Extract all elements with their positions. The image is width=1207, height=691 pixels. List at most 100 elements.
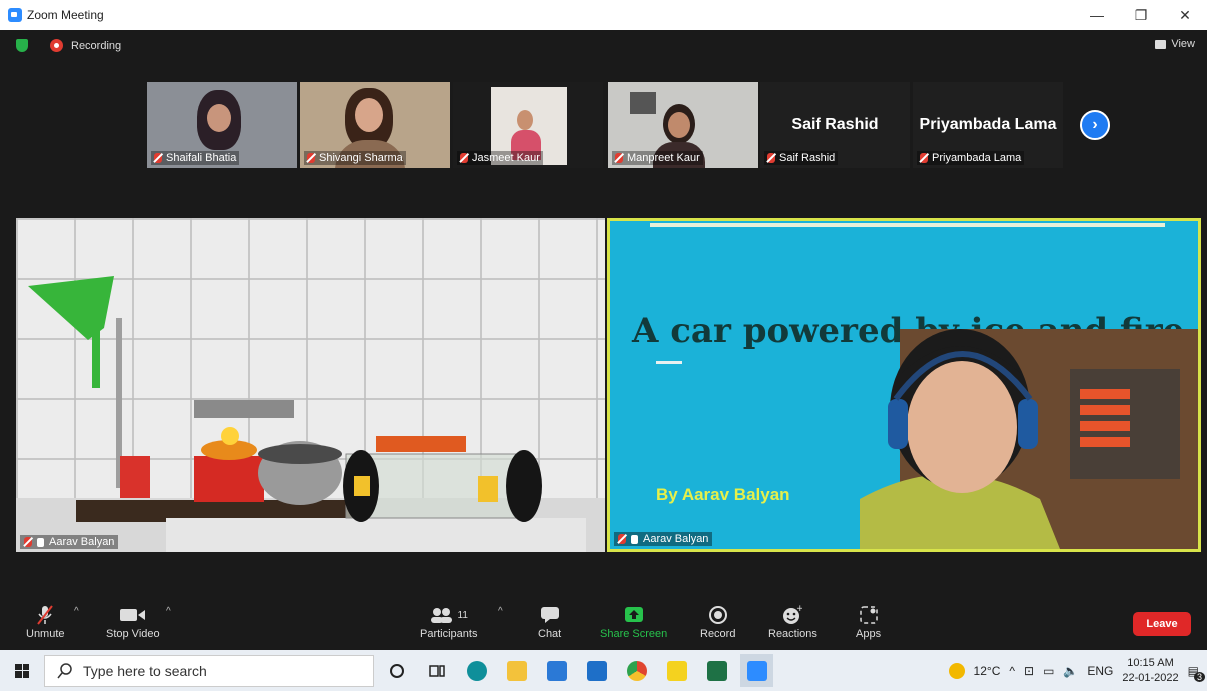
participants-caret-icon[interactable]: ^ xyxy=(498,606,503,617)
participants-count: 11 xyxy=(457,609,468,621)
mail-icon[interactable] xyxy=(580,654,613,687)
share-screen-label: Share Screen xyxy=(600,628,668,640)
taskbar-search[interactable]: Type here to search xyxy=(44,654,374,687)
language-indicator[interactable]: ENG xyxy=(1087,664,1113,678)
participant-name: Aarav Balyan xyxy=(49,536,115,548)
record-button[interactable]: Record xyxy=(700,602,735,640)
zoom-taskbar-icon[interactable] xyxy=(740,654,773,687)
meeting-toolbar: Unmute ^ Stop Video ^ 11 Participants ^ … xyxy=(0,598,1207,650)
participant-tile[interactable]: Shivangi Sharma xyxy=(300,82,450,168)
cortana-icon[interactable] xyxy=(380,654,413,687)
unmute-label: Unmute xyxy=(26,628,65,640)
video-tile-left[interactable]: Aarav Balyan xyxy=(16,218,605,552)
slide-byline: By Aarav Balyan xyxy=(656,485,790,504)
meeting-area: Recording View Shaifali Bhatia Shivangi … xyxy=(0,30,1207,650)
stop-video-button[interactable]: Stop Video xyxy=(106,602,160,640)
zoom-logo-icon xyxy=(8,8,22,22)
windows-logo-icon xyxy=(15,663,29,678)
participants-button[interactable]: 11 Participants xyxy=(420,602,477,640)
microphone-muted-icon xyxy=(36,602,54,628)
network-icon[interactable]: ⊡ xyxy=(1024,664,1034,678)
notification-count: 3 xyxy=(1193,671,1205,682)
unmute-button[interactable]: Unmute xyxy=(26,602,65,640)
reactions-button[interactable]: + Reactions xyxy=(768,602,817,640)
restore-button[interactable]: ❐ xyxy=(1119,0,1163,30)
task-view-icon[interactable] xyxy=(420,654,453,687)
minimize-button[interactable]: — xyxy=(1075,0,1119,30)
start-button[interactable] xyxy=(0,650,44,691)
pin-icon xyxy=(631,534,638,544)
video-options-caret-icon[interactable]: ^ xyxy=(166,606,171,617)
smiley-plus-icon: + xyxy=(782,602,802,628)
grid-view-icon xyxy=(1155,39,1167,49)
mic-muted-icon xyxy=(307,153,315,163)
slide-dash xyxy=(656,361,682,364)
leave-button[interactable]: Leave xyxy=(1133,612,1191,636)
zoom-window: Zoom Meeting — ❐ ✕ Recording View Shaifa… xyxy=(0,0,1207,691)
chat-label: Chat xyxy=(538,628,562,640)
close-button[interactable]: ✕ xyxy=(1163,0,1207,30)
video-tile-right[interactable]: A car powered by ice and fire By Aarav B… xyxy=(607,218,1201,552)
mic-muted-icon xyxy=(618,534,626,544)
excel-icon[interactable] xyxy=(700,654,733,687)
stop-video-label: Stop Video xyxy=(106,628,160,640)
weather-sun-icon[interactable] xyxy=(948,662,965,679)
temperature: 12°C xyxy=(973,663,1001,678)
search-icon xyxy=(57,662,72,678)
chrome-icon[interactable] xyxy=(620,654,653,687)
mic-muted-icon xyxy=(767,153,775,163)
edge-icon[interactable] xyxy=(460,654,493,687)
participant-tile[interactable]: Jasmeet Kaur xyxy=(453,82,603,168)
participant-tile[interactable]: Manpreet Kaur xyxy=(608,82,758,168)
share-screen-button[interactable]: Share Screen xyxy=(600,602,667,640)
notification-icon[interactable]: ▤ 3 xyxy=(1188,664,1205,682)
participant-name: Manpreet Kaur xyxy=(627,152,700,164)
participant-name: Shivangi Sharma xyxy=(319,152,403,164)
view-button[interactable]: View xyxy=(1155,38,1195,50)
sticky-notes-icon[interactable] xyxy=(660,654,693,687)
slide-top-line xyxy=(650,223,1165,227)
clock[interactable]: 10:15 AM 22-01-2022 xyxy=(1122,656,1178,686)
chat-icon xyxy=(540,602,560,628)
apps-button[interactable]: Apps xyxy=(856,602,881,640)
system-tray: 12°C ^ ⊡ ▭ 🔈 ENG 10:15 AM 22-01-2022 ▤ 3 xyxy=(948,650,1205,691)
clock-date: 22-01-2022 xyxy=(1122,671,1179,684)
project-video-frame xyxy=(16,276,605,552)
record-icon xyxy=(708,602,728,628)
recording-label: Recording xyxy=(71,39,122,52)
search-placeholder: Type here to search xyxy=(83,662,207,679)
presenter-video xyxy=(860,329,1198,549)
participant-tile[interactable]: Saif Rashid Saif Rashid xyxy=(760,82,910,168)
battery-icon[interactable]: ▭ xyxy=(1043,664,1054,678)
participant-name: Jasmeet Kaur xyxy=(472,152,540,164)
volume-icon[interactable]: 🔈 xyxy=(1063,664,1078,678)
clock-time: 10:15 AM xyxy=(1127,656,1174,669)
share-screen-icon xyxy=(624,602,644,628)
participant-tile[interactable]: Priyambada Lama Priyambada Lama xyxy=(913,82,1063,168)
recording-icon xyxy=(50,39,63,52)
tray-overflow-icon[interactable]: ^ xyxy=(1009,664,1015,678)
apps-label: Apps xyxy=(856,628,882,640)
windows-taskbar: Type here to search 12°C ^ ⊡ ▭ 🔈 ENG 10:… xyxy=(0,650,1207,691)
mic-muted-icon xyxy=(460,153,468,163)
pin-icon xyxy=(37,537,44,547)
file-explorer-icon[interactable] xyxy=(500,654,533,687)
encryption-shield-icon[interactable] xyxy=(16,39,28,52)
participant-display-name: Priyambada Lama xyxy=(919,116,1057,133)
svg-text:+: + xyxy=(796,605,802,614)
next-page-arrow-icon[interactable]: › xyxy=(1080,110,1110,140)
mic-muted-icon xyxy=(615,153,623,163)
participant-name: Shaifali Bhatia xyxy=(166,152,237,164)
store-icon[interactable] xyxy=(540,654,573,687)
chat-button[interactable]: Chat xyxy=(538,602,561,640)
mic-muted-icon xyxy=(154,153,162,163)
mic-muted-icon xyxy=(24,537,32,547)
apps-icon xyxy=(859,602,879,628)
video-camera-icon xyxy=(119,602,146,628)
participant-display-name: Saif Rashid xyxy=(791,116,879,133)
participant-tile[interactable]: Shaifali Bhatia xyxy=(147,82,297,168)
participants-label: Participants xyxy=(420,628,478,640)
reactions-label: Reactions xyxy=(768,628,817,640)
audio-options-caret-icon[interactable]: ^ xyxy=(74,606,79,617)
view-label: View xyxy=(1171,38,1195,50)
